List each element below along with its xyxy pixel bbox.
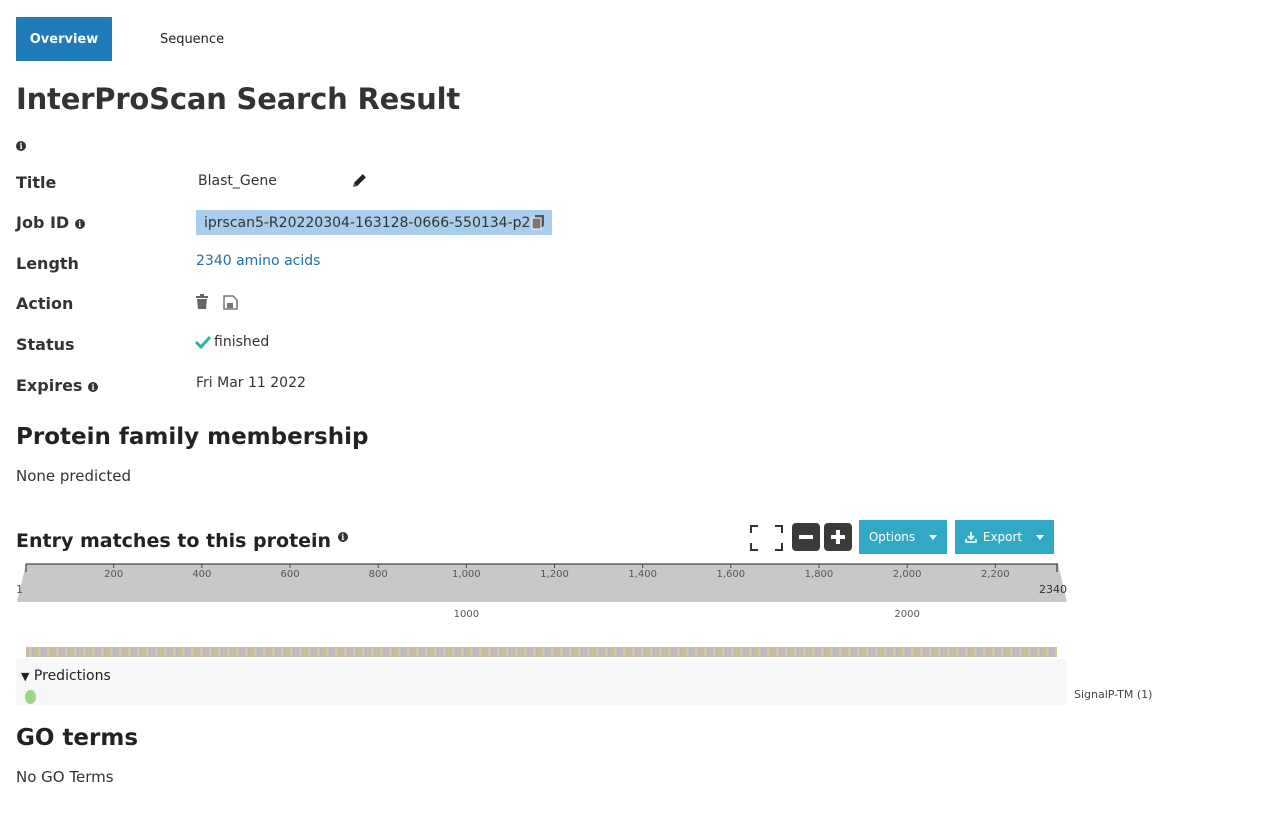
expires-value: Fri Mar 11 2022 (196, 375, 306, 391)
pencil-icon[interactable] (351, 172, 368, 189)
triangle-down-icon: ▼ (21, 670, 30, 683)
family-heading: Protein family membership (16, 424, 369, 450)
trash-icon[interactable] (195, 294, 209, 310)
status-label: Status (16, 335, 75, 354)
ruler-tick-label: 2,200 (980, 569, 1010, 580)
copy-icon[interactable] (531, 214, 545, 230)
entries-heading-text: Entry matches to this protein (16, 530, 332, 552)
predictions-label: Predictions (33, 668, 111, 684)
info-icon[interactable]: i (74, 218, 85, 229)
ruler-tick-label: 1,400 (628, 569, 657, 580)
ruler-tick-label: 600 (280, 569, 300, 580)
ruler-subtick-label: 1000 (453, 609, 480, 620)
length-label: Length (16, 254, 79, 273)
zoom-in-icon (831, 530, 845, 544)
jobid-label: Job ID i (16, 213, 85, 232)
save-icon[interactable] (223, 295, 238, 310)
sequence-ruler (17, 563, 1067, 602)
zoom-out-icon (799, 535, 813, 539)
zoom-in-button[interactable] (824, 523, 852, 551)
title-label: Title (16, 173, 57, 192)
expires-label: Expires i (16, 376, 99, 395)
sequence-track[interactable] (26, 647, 1057, 657)
info-icon[interactable]: i (16, 141, 26, 151)
caret-down-icon (1036, 534, 1045, 540)
ruler-tick-label: 200 (104, 569, 124, 580)
page-title: InterProScan Search Result (16, 82, 461, 116)
info-icon[interactable]: i (337, 532, 348, 542)
ruler-tick-label: 1,200 (540, 569, 569, 580)
jobid-value[interactable]: iprscan5-R20220304-163128-0666-550134-p2… (196, 210, 553, 235)
length-link[interactable]: 2340 amino acids (196, 253, 320, 269)
jobid-label-text: Job ID (16, 213, 70, 232)
ruler-tick-label: 400 (192, 569, 212, 580)
options-label: Options (868, 530, 916, 544)
predictions-panel (16, 659, 1067, 705)
ruler-tick-label: 800 (368, 569, 388, 580)
jobid-text: iprscan5-R20220304-163128-0666-550134-p2… (204, 214, 545, 231)
status-value: finished (214, 334, 270, 350)
options-button[interactable]: Options (859, 520, 947, 554)
entries-heading: Entry matches to this protein i (16, 530, 348, 552)
signalp-match[interactable] (25, 690, 36, 704)
zoom-out-button[interactable] (792, 523, 820, 551)
tab-overview[interactable]: Overview (16, 17, 112, 61)
fullscreen-icon[interactable] (750, 525, 783, 551)
check-icon (195, 335, 211, 349)
ruler-subtick-label: 2000 (894, 609, 920, 620)
ruler-tick-label: 1,800 (804, 569, 834, 580)
download-icon (965, 532, 977, 543)
caret-down-icon (929, 534, 938, 540)
title-value: Blast_Gene (198, 173, 277, 189)
ruler-tick-label: 2,000 (892, 569, 922, 580)
tab-sequence[interactable]: Sequence (148, 17, 236, 61)
ruler-start: 1 (16, 583, 23, 596)
go-heading: GO terms (16, 725, 139, 751)
info-icon[interactable]: i (88, 381, 99, 392)
action-label: Action (16, 294, 74, 313)
ruler-end: 2340 (1039, 583, 1067, 596)
predictions-toggle[interactable]: ▼ Predictions (21, 668, 111, 684)
expires-label-text: Expires (16, 376, 83, 395)
ruler-tick-label: 1,000 (452, 569, 481, 580)
signalp-label[interactable]: SignalP-TM (1) (1074, 688, 1152, 701)
ruler-tick-label: 1,600 (716, 569, 746, 580)
family-text: None predicted (16, 467, 132, 485)
export-label: Export (982, 530, 1023, 544)
go-text: No GO Terms (16, 768, 114, 786)
export-button[interactable]: Export (955, 520, 1054, 554)
